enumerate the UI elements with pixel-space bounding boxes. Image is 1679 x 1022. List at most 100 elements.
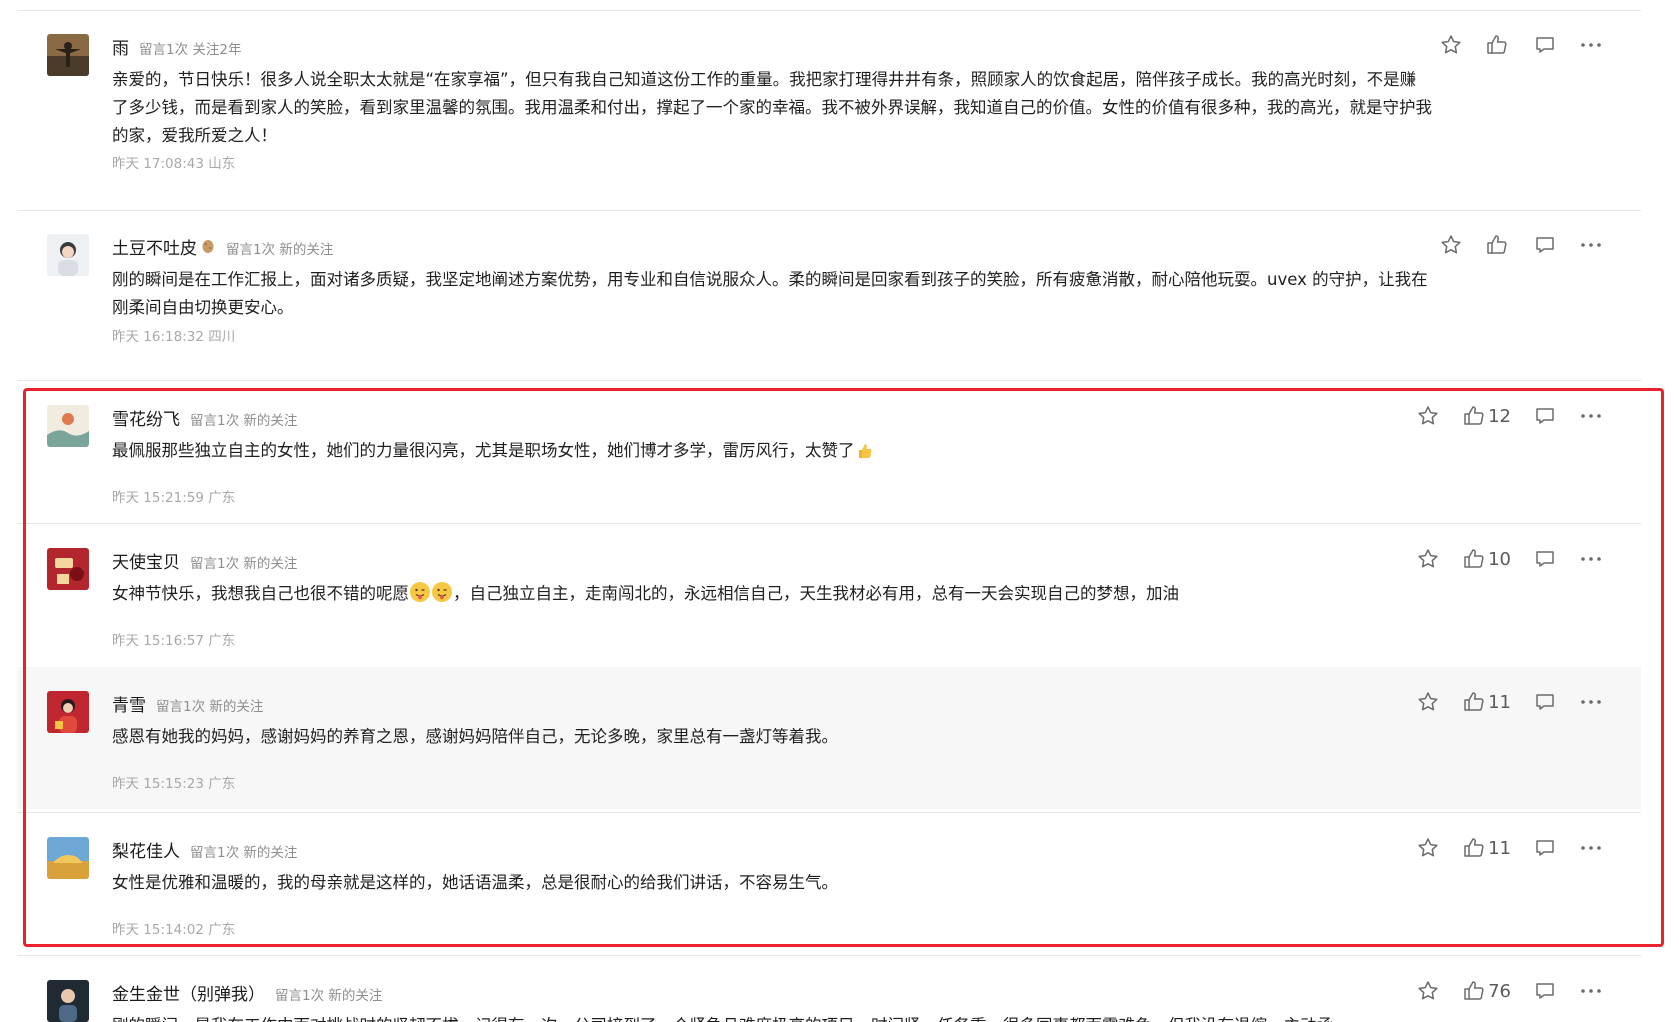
- favorite-button[interactable]: [1439, 233, 1463, 257]
- more-button[interactable]: [1579, 33, 1603, 57]
- timestamp: 昨天 15:14:02 广东: [112, 922, 236, 938]
- more-icon: [1581, 243, 1601, 247]
- comment-icon: [1536, 694, 1554, 710]
- comment-actions: 11: [1394, 833, 1603, 863]
- comment-item: 土豆不吐皮 留言1次 新的关注 刚的瞬间是在工作汇报上，面对诸多质疑，我坚定地阐述…: [17, 234, 1641, 364]
- star-icon: [1418, 406, 1438, 425]
- comment-item: 天使宝贝 留言1次 新的关注 女神节快乐，我想我自己也很不错的呢愿 ，自己独立自主，…: [17, 548, 1641, 663]
- star-icon: [1418, 692, 1438, 711]
- more-button[interactable]: [1579, 404, 1603, 428]
- nickname[interactable]: 青雪: [112, 691, 146, 716]
- more-icon: [1581, 557, 1601, 561]
- reply-button[interactable]: [1533, 547, 1557, 571]
- divider: [17, 10, 1641, 11]
- star-icon: [1441, 235, 1461, 254]
- like-count: 12: [1488, 405, 1511, 427]
- avatar[interactable]: [47, 980, 89, 1022]
- thumbs-up-icon: [1464, 838, 1484, 857]
- like-button[interactable]: 10: [1462, 547, 1511, 571]
- comment-text: 女性是优雅和温暖的，我的母亲就是这样的，她话语温柔，总是很耐心的给我们讲话，不容…: [112, 873, 838, 892]
- divider: [17, 210, 1641, 211]
- like-count: 10: [1488, 548, 1511, 570]
- comment-icon: [1536, 237, 1554, 253]
- more-button[interactable]: [1579, 547, 1603, 571]
- nickname[interactable]: 雪花纷飞: [112, 405, 180, 430]
- divider: [17, 380, 1641, 381]
- comment-list: 雨留言1次 关注2年 亲爱的，节日快乐！很多人说全职太太就是“在家享福”，但只有…: [0, 0, 1679, 1022]
- comment-text: 刚的瞬间，是我在工作中面对挑战时的坚韧不拔。记得有一次，公司接到了一个紧急且难度…: [112, 1012, 1432, 1022]
- comment-icon: [1536, 37, 1554, 53]
- user-tag: 留言1次 关注2年: [139, 42, 242, 58]
- thumbs-up-icon: [1487, 235, 1507, 254]
- like-button[interactable]: 11: [1462, 690, 1511, 714]
- nickname[interactable]: 金生金世（别弹我）: [112, 980, 265, 1005]
- like-count: 76: [1488, 980, 1511, 1002]
- thumbs-up-icon: [1464, 692, 1484, 711]
- more-icon: [1581, 846, 1601, 850]
- comment-item: 金生金世（别弹我） 留言1次 新的关注 刚的瞬间，是我在工作中面对挑战时的坚韧不拔…: [17, 980, 1641, 1022]
- comment-icon: [1536, 551, 1554, 567]
- thumbs-up-icon: [1464, 549, 1484, 568]
- timestamp: 昨天 15:15:23 广东: [112, 776, 236, 792]
- more-button[interactable]: [1579, 980, 1603, 1003]
- comment-text: 亲爱的，节日快乐！很多人说全职太太就是“在家享福”，但只有我自己知道这份工作的重…: [112, 70, 1432, 145]
- comment-text: 最佩服那些独立自主的女性，她们的力量很闪亮，尤其是职场女性，她们博才多学，雷厉风…: [112, 437, 1432, 465]
- reply-button[interactable]: [1533, 33, 1557, 57]
- avatar[interactable]: [47, 34, 89, 76]
- avatar[interactable]: [47, 837, 89, 879]
- thumbs-up-emoji: [858, 444, 871, 458]
- reply-button[interactable]: [1533, 404, 1557, 428]
- favorite-button[interactable]: [1416, 836, 1440, 860]
- more-icon: [1581, 43, 1601, 47]
- comment-actions: 10: [1394, 544, 1603, 574]
- star-icon: [1418, 981, 1438, 1000]
- favorite-button[interactable]: [1416, 404, 1440, 428]
- more-button[interactable]: [1579, 690, 1603, 714]
- avatar[interactable]: [47, 548, 89, 590]
- divider: [17, 523, 1641, 524]
- avatar[interactable]: [47, 691, 89, 733]
- more-button[interactable]: [1579, 233, 1603, 257]
- like-button[interactable]: 76: [1462, 980, 1511, 1003]
- like-button[interactable]: 12: [1462, 404, 1511, 428]
- more-icon: [1581, 414, 1601, 418]
- star-icon: [1418, 838, 1438, 857]
- comment-icon: [1536, 408, 1554, 424]
- reply-button[interactable]: [1533, 836, 1557, 860]
- nickname[interactable]: 梨花佳人: [112, 837, 180, 862]
- timestamp: 昨天 17:08:43 山东: [112, 156, 236, 172]
- avatar[interactable]: [47, 405, 89, 447]
- like-button[interactable]: 11: [1462, 836, 1511, 860]
- favorite-button[interactable]: [1439, 33, 1463, 57]
- nickname[interactable]: 天使宝贝: [112, 548, 180, 573]
- avatar[interactable]: [47, 234, 89, 276]
- comment-icon: [1536, 840, 1554, 856]
- comment-item: 雪花纷飞 留言1次 新的关注 最佩服那些独立自主的女性，她们的力量很闪亮，尤其是职…: [17, 405, 1641, 520]
- user-tag: 留言1次 新的关注: [275, 988, 383, 1004]
- comment-text: 女神节快乐，我想我自己也很不错的呢愿 ，自己独立自主，走南闯北的，永远相信自己，天…: [112, 580, 1432, 608]
- reply-button[interactable]: [1533, 233, 1557, 257]
- comment-actions: [1417, 30, 1603, 60]
- user-tag: 留言1次 新的关注: [190, 845, 298, 861]
- reply-button[interactable]: [1533, 690, 1557, 714]
- more-icon: [1581, 989, 1601, 993]
- comment-actions: 76: [1394, 980, 1603, 1006]
- divider: [17, 812, 1641, 813]
- comment-icon: [1536, 983, 1554, 999]
- favorite-button[interactable]: [1416, 980, 1440, 1003]
- nickname[interactable]: 雨: [112, 34, 129, 59]
- more-button[interactable]: [1579, 836, 1603, 860]
- comment-actions: [1417, 230, 1603, 260]
- comment-item: 青雪 留言1次 新的关注 感恩有她我的妈妈，感谢妈妈的养育之恩，感谢妈妈陪伴自己，…: [17, 667, 1641, 809]
- star-icon: [1418, 549, 1438, 568]
- potato-emoji: [202, 240, 214, 253]
- favorite-button[interactable]: [1416, 547, 1440, 571]
- reply-button[interactable]: [1533, 980, 1557, 1003]
- thumbs-up-icon: [1464, 981, 1484, 1000]
- like-button[interactable]: [1485, 33, 1511, 57]
- nickname[interactable]: 土豆不吐皮: [112, 234, 197, 259]
- like-count: 11: [1488, 837, 1511, 859]
- like-button[interactable]: [1485, 233, 1511, 257]
- favorite-button[interactable]: [1416, 690, 1440, 714]
- comment-item: 梨花佳人 留言1次 新的关注 女性是优雅和温暖的，我的母亲就是这样的，她话语温柔，…: [17, 837, 1641, 947]
